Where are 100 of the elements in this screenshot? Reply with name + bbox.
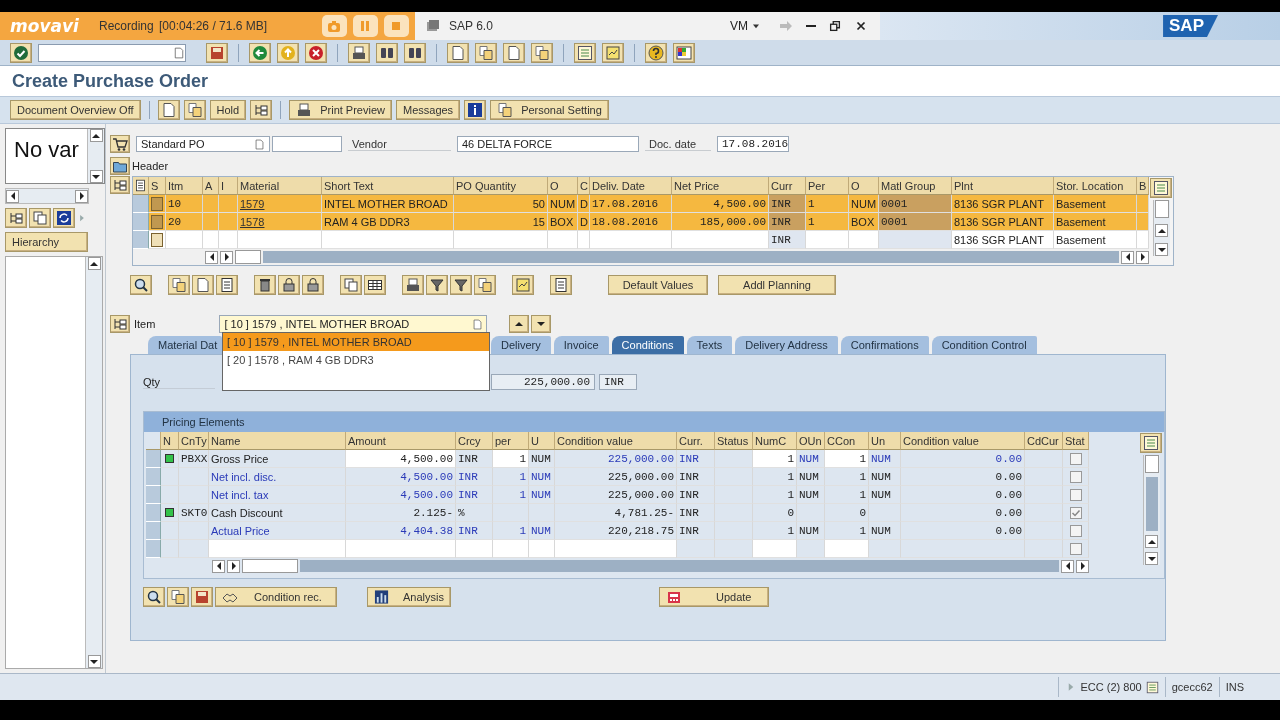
menu-button[interactable]: VM <box>724 19 768 33</box>
toolbar-button[interactable] <box>254 275 276 295</box>
column-header[interactable]: N <box>161 432 179 450</box>
toolbar-button[interactable] <box>10 42 32 63</box>
tab[interactable]: Invoice <box>553 336 609 354</box>
column-header[interactable]: Net Price <box>672 177 769 195</box>
toolbar-button[interactable] <box>168 275 190 295</box>
toolbar-button[interactable] <box>574 42 596 63</box>
dropdown-option[interactable]: [ 20 ] 1578 , RAM 4 GB DDR3 <box>223 351 489 369</box>
default-values-button[interactable]: Default Values <box>608 275 708 295</box>
tab[interactable]: Texts <box>686 336 733 354</box>
table-row[interactable]: SKT0 Cash Discount 2.125- % 4,781.25- INR 0 0 0.00 <box>146 504 1089 522</box>
checkbox[interactable] <box>1069 524 1082 537</box>
toolbar-button[interactable] <box>348 42 370 63</box>
document-overview-button[interactable]: Document Overview Off <box>10 100 141 120</box>
update-button[interactable]: Update <box>659 587 769 607</box>
column-header[interactable]: Status <box>715 432 753 450</box>
checkbox[interactable] <box>1069 542 1082 555</box>
toolbar-button[interactable] <box>364 275 386 295</box>
column-header[interactable]: Amount <box>346 432 456 450</box>
analysis-button[interactable]: Analysis <box>367 587 451 607</box>
column-header[interactable]: Name <box>209 432 346 450</box>
toolbar-button[interactable] <box>53 208 75 228</box>
toolbar-button[interactable] <box>192 275 214 295</box>
column-header[interactable]: O <box>548 177 578 195</box>
toolbar-button[interactable] <box>130 275 152 295</box>
next-item-button[interactable] <box>531 315 552 333</box>
column-header[interactable]: PO Quantity <box>454 177 548 195</box>
vendor-field[interactable]: 46 DELTA FORCE <box>457 136 639 152</box>
toolbar-button[interactable] <box>402 275 424 295</box>
column-header[interactable]: Curr <box>769 177 806 195</box>
column-header[interactable]: Itm <box>166 177 203 195</box>
hold-button[interactable]: Hold <box>209 100 247 120</box>
column-header[interactable]: S <box>149 177 166 195</box>
column-header[interactable]: Stat <box>1063 432 1089 450</box>
table-row[interactable]: INR 8136 SGR PLANT Basement <box>133 231 1149 249</box>
checkbox[interactable] <box>1069 452 1082 465</box>
table-row[interactable]: 10 1579 INTEL MOTHER BROAD 50 NUM D 17.08.2016 4,500.00 INR 1 NUM 0001 8136 SGR PLANT Basement <box>133 195 1149 213</box>
scrollbar[interactable] <box>85 257 102 668</box>
scrollbar[interactable] <box>1142 455 1160 565</box>
toolbar-button[interactable] <box>426 275 448 295</box>
column-header[interactable]: Matl Group <box>879 177 952 195</box>
column-header[interactable]: I <box>219 177 238 195</box>
tab[interactable]: Material Dat <box>148 336 222 354</box>
item-toggle-button[interactable] <box>110 315 130 333</box>
column-header[interactable]: Crcy <box>456 432 493 450</box>
column-header[interactable]: CCon <box>825 432 869 450</box>
checkbox[interactable] <box>1069 488 1082 501</box>
column-header[interactable]: U <box>529 432 555 450</box>
cart-button[interactable] <box>110 135 130 153</box>
checkbox[interactable] <box>1069 506 1082 519</box>
hierarchy-button[interactable]: Hierarchy <box>5 232 88 252</box>
header-toggle-button[interactable] <box>110 157 130 175</box>
column-header[interactable]: B <box>1137 177 1149 195</box>
doc-date-field[interactable]: 17.08.2016 <box>717 136 789 152</box>
toolbar-button[interactable] <box>1140 433 1162 453</box>
command-field[interactable] <box>38 43 186 62</box>
column-header[interactable]: Deliv. Date <box>590 177 672 195</box>
tab[interactable]: Delivery Address <box>735 336 838 354</box>
toolbar-button[interactable] <box>250 100 273 120</box>
personal-setting-button[interactable]: Personal Setting <box>490 100 609 120</box>
table-row[interactable]: 20 1578 RAM 4 GB DDR3 15 BOX D 18.08.2016 185,000.00 INR 1 BOX 0001 8136 SGR PLANT Basement <box>133 213 1149 231</box>
toolbar-button[interactable] <box>5 208 27 228</box>
toolbar-button[interactable] <box>376 42 398 63</box>
tab[interactable]: Confirmations <box>840 336 929 354</box>
column-header[interactable]: CdCur <box>1025 432 1063 450</box>
toolbar-button[interactable] <box>474 275 496 295</box>
checkbox[interactable] <box>1069 470 1082 483</box>
table-row[interactable]: Actual Price 4,404.38 INR 1 NUM 220,218.75 INR 1 NUM 1 NUM 0.00 <box>146 522 1089 540</box>
corner-cell[interactable] <box>146 432 161 450</box>
material-link[interactable]: 1579 <box>240 197 265 210</box>
column-header[interactable]: Per <box>806 177 849 195</box>
toolbar-button[interactable] <box>1150 178 1172 198</box>
material-link[interactable]: 1578 <box>240 215 265 228</box>
document-type-dropdown[interactable]: Standard PO <box>136 136 270 152</box>
toolbar-button[interactable] <box>143 587 165 607</box>
tab[interactable]: Conditions <box>611 336 684 354</box>
column-header[interactable]: Curr. <box>677 432 715 450</box>
toolbar-button[interactable] <box>550 275 572 295</box>
column-header[interactable]: CnTy <box>179 432 209 450</box>
items-toggle-button[interactable] <box>110 176 130 194</box>
toolbar-button[interactable] <box>464 100 487 120</box>
messages-button[interactable]: Messages <box>396 100 461 120</box>
column-header[interactable]: OUn <box>797 432 825 450</box>
column-header[interactable]: C <box>578 177 590 195</box>
column-header[interactable]: Stor. Location <box>1054 177 1137 195</box>
dropdown-option[interactable]: [ 10 ] 1579 , INTEL MOTHER BROAD <box>223 333 489 351</box>
previous-item-button[interactable] <box>509 315 530 333</box>
column-header[interactable]: NumC <box>753 432 797 450</box>
toolbar-button[interactable] <box>216 275 238 295</box>
condition-record-button[interactable]: Condition rec. <box>215 587 337 607</box>
column-header[interactable]: Plnt <box>952 177 1054 195</box>
toolbar-button[interactable] <box>475 42 497 63</box>
column-header[interactable]: Un <box>869 432 901 450</box>
column-header[interactable]: Material <box>238 177 322 195</box>
tab[interactable]: Delivery <box>491 336 551 354</box>
toolbar-button[interactable] <box>157 100 180 120</box>
toolbar-button[interactable] <box>305 42 327 63</box>
toolbar-button[interactable] <box>167 587 189 607</box>
print-preview-button[interactable]: Print Preview <box>289 100 392 120</box>
